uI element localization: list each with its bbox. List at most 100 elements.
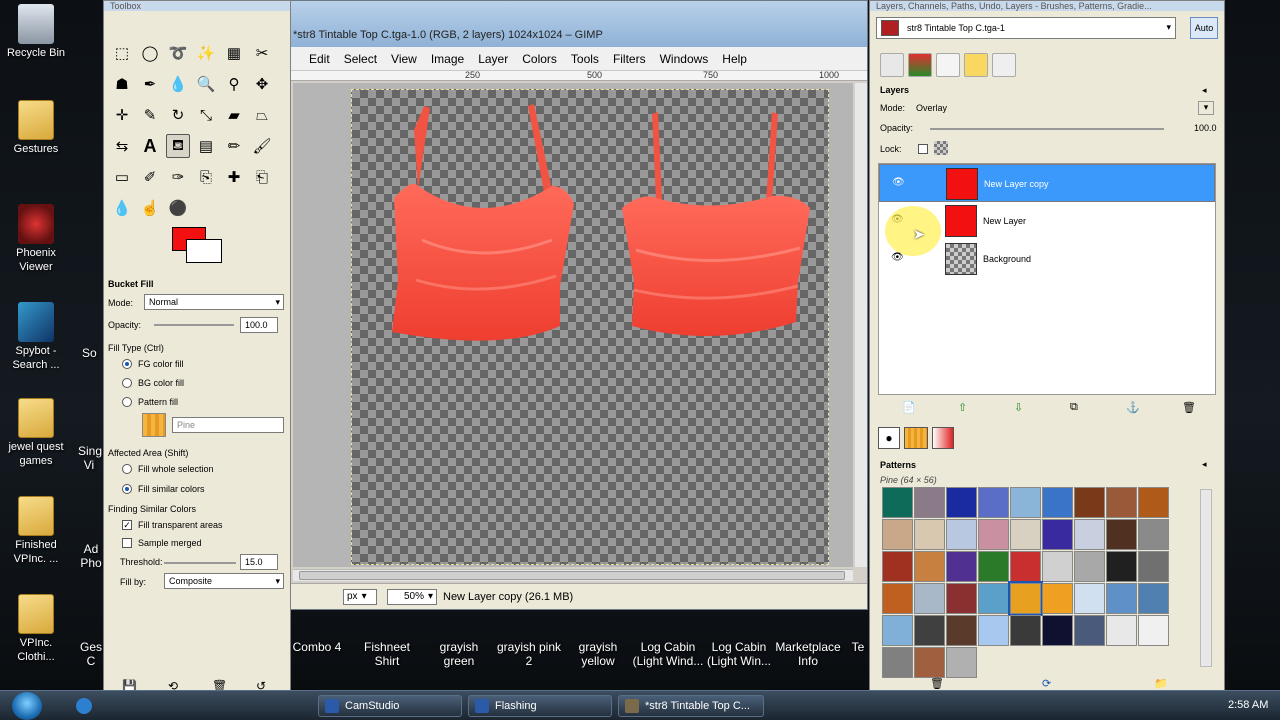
- menu-edit[interactable]: Edit: [309, 52, 330, 66]
- scissors-icon[interactable]: ✂: [250, 41, 274, 65]
- background-color-swatch[interactable]: [186, 239, 222, 263]
- pattern-swatch[interactable]: [914, 647, 945, 678]
- pattern-swatch[interactable]: [1008, 581, 1043, 616]
- pattern-swatch[interactable]: [946, 615, 977, 646]
- color-picker-icon[interactable]: 💧: [166, 72, 190, 96]
- configure-tab-icon[interactable]: ◂: [1202, 85, 1207, 96]
- pattern-swatch[interactable]: [978, 583, 1009, 614]
- pattern-swatch[interactable]: [882, 615, 913, 646]
- unit-select[interactable]: px ▾: [343, 588, 377, 605]
- menu-help[interactable]: Help: [722, 52, 747, 66]
- channels-tab-icon[interactable]: [908, 53, 932, 77]
- flip-icon[interactable]: ⇆: [110, 134, 134, 158]
- pattern-swatch[interactable]: [1138, 487, 1169, 518]
- pattern-swatch[interactable]: [1042, 615, 1073, 646]
- pattern-swatch[interactable]: [1042, 487, 1073, 518]
- rect-select-icon[interactable]: ⬚: [110, 41, 134, 65]
- layer-opacity-value[interactable]: 100.0: [1194, 123, 1217, 133]
- pattern-swatch[interactable]: [1138, 519, 1169, 550]
- pattern-swatch[interactable]: [882, 487, 913, 518]
- gradients-tab-icon[interactable]: [932, 427, 954, 449]
- lower-layer-icon[interactable]: ⇩: [1014, 401, 1023, 414]
- desktop-file-label[interactable]: grayish yellow: [570, 640, 626, 668]
- desktop-file-label[interactable]: Fishneet Shirt: [352, 640, 422, 668]
- pattern-swatch[interactable]: [1074, 583, 1105, 614]
- radio-bg-fill[interactable]: [122, 378, 132, 388]
- ink-icon[interactable]: ✑: [166, 165, 190, 189]
- radio-fg-fill[interactable]: [122, 359, 132, 369]
- pattern-preview[interactable]: [142, 413, 166, 437]
- refresh-patterns-icon[interactable]: ⟳: [1042, 677, 1051, 690]
- desktop-icon-spybot[interactable]: Spybot - Search ...: [0, 302, 72, 372]
- desktop-file-label[interactable]: grayish pink 2: [494, 640, 564, 668]
- desktop-icon-gestures[interactable]: Gestures: [0, 100, 72, 156]
- taskbar-button-gimp[interactable]: *str8 Tintable Top C...: [618, 695, 764, 717]
- zoom-select[interactable]: 50% ▾: [387, 588, 437, 605]
- layer-name[interactable]: New Layer copy: [984, 179, 1049, 189]
- pattern-swatch[interactable]: [1042, 583, 1073, 614]
- fuzzy-select-icon[interactable]: ✨: [194, 41, 218, 65]
- desktop-file-label[interactable]: Log Cabin (Light Win...: [704, 640, 774, 668]
- pattern-swatch[interactable]: [946, 647, 977, 678]
- taskbar-button-flashing[interactable]: Flashing: [468, 695, 612, 717]
- pattern-swatch[interactable]: [914, 615, 945, 646]
- pattern-swatch[interactable]: [1106, 519, 1137, 550]
- airbrush-icon[interactable]: ✐: [138, 165, 162, 189]
- threshold-input[interactable]: 15.0: [240, 554, 278, 570]
- scrollbar-thumb[interactable]: [299, 571, 845, 580]
- scale-icon[interactable]: ⤡: [194, 103, 218, 127]
- text-tool-icon[interactable]: A: [138, 134, 162, 158]
- color-select-icon[interactable]: ▦: [222, 41, 246, 65]
- desktop-file-label[interactable]: Te: [848, 640, 868, 654]
- checkbox-fill-transparent[interactable]: ✓: [122, 520, 132, 530]
- delete-layer-icon[interactable]: 🗑: [1182, 401, 1196, 414]
- start-button[interactable]: [12, 692, 42, 720]
- move-icon[interactable]: ✥: [250, 72, 274, 96]
- desktop-icon-vpinc-clothing[interactable]: VPInc. Clothi...: [0, 594, 72, 664]
- pattern-swatch[interactable]: [1042, 519, 1073, 550]
- radio-pattern-fill[interactable]: [122, 397, 132, 407]
- desktop-icon-finished-vpinc[interactable]: Finished VPInc. ...: [0, 496, 72, 566]
- paths-tab-icon[interactable]: [936, 53, 960, 77]
- ellipse-select-icon[interactable]: ◯: [138, 41, 162, 65]
- layer-row[interactable]: 👁 New Layer copy: [879, 164, 1215, 202]
- perspective-clone-icon[interactable]: ⎗: [250, 165, 274, 189]
- zoom-icon[interactable]: 🔍: [194, 72, 218, 96]
- pattern-swatch[interactable]: [978, 551, 1009, 582]
- opacity-slider[interactable]: [154, 324, 234, 326]
- menu-windows[interactable]: Windows: [660, 52, 709, 66]
- pattern-swatch[interactable]: [946, 519, 977, 550]
- pattern-swatch[interactable]: [946, 583, 977, 614]
- radio-fill-whole[interactable]: [122, 464, 132, 474]
- pattern-swatch[interactable]: [1074, 615, 1105, 646]
- taskbar-button-camstudio[interactable]: CamStudio: [318, 695, 462, 717]
- layer-row[interactable]: 👁 New Layer ➤: [879, 202, 1215, 256]
- menu-select[interactable]: Select: [344, 52, 377, 66]
- fill-by-select[interactable]: Composite ▾: [164, 573, 284, 589]
- menu-colors[interactable]: Colors: [522, 52, 557, 66]
- menu-view[interactable]: View: [391, 52, 417, 66]
- eye-icon[interactable]: 👁: [892, 177, 905, 188]
- pattern-swatch[interactable]: [978, 519, 1009, 550]
- clone-icon[interactable]: ⎘: [194, 165, 218, 189]
- radio-fill-similar[interactable]: [122, 484, 132, 494]
- pattern-swatch[interactable]: [1074, 519, 1105, 550]
- menu-filters[interactable]: Filters: [613, 52, 646, 66]
- eye-icon[interactable]: 👁: [891, 252, 904, 263]
- pencil-icon[interactable]: ✏: [222, 134, 246, 158]
- chevron-down-icon[interactable]: ▾: [1198, 101, 1214, 115]
- desktop-file-label[interactable]: Log Cabin (Light Wind...: [632, 640, 704, 668]
- menu-layer[interactable]: Layer: [478, 52, 508, 66]
- patterns-scrollbar[interactable]: [1200, 489, 1212, 667]
- desktop-icon-phoenix-viewer[interactable]: Phoenix Viewer: [0, 204, 72, 274]
- pattern-swatch[interactable]: [882, 583, 913, 614]
- patterns-tab-icon[interactable]: [904, 427, 928, 449]
- delete-pattern-icon[interactable]: 🗑: [930, 677, 944, 690]
- open-folder-icon[interactable]: 📁: [1154, 677, 1168, 690]
- image-selector[interactable]: str8 Tintable Top C.tga-1 ▾: [876, 17, 1176, 39]
- pattern-swatch[interactable]: [1106, 487, 1137, 518]
- brushes-tab-icon[interactable]: ●: [878, 427, 900, 449]
- pattern-swatch[interactable]: [978, 487, 1009, 518]
- rotate-icon[interactable]: ↻: [166, 103, 190, 127]
- undo-tab-icon[interactable]: [964, 53, 988, 77]
